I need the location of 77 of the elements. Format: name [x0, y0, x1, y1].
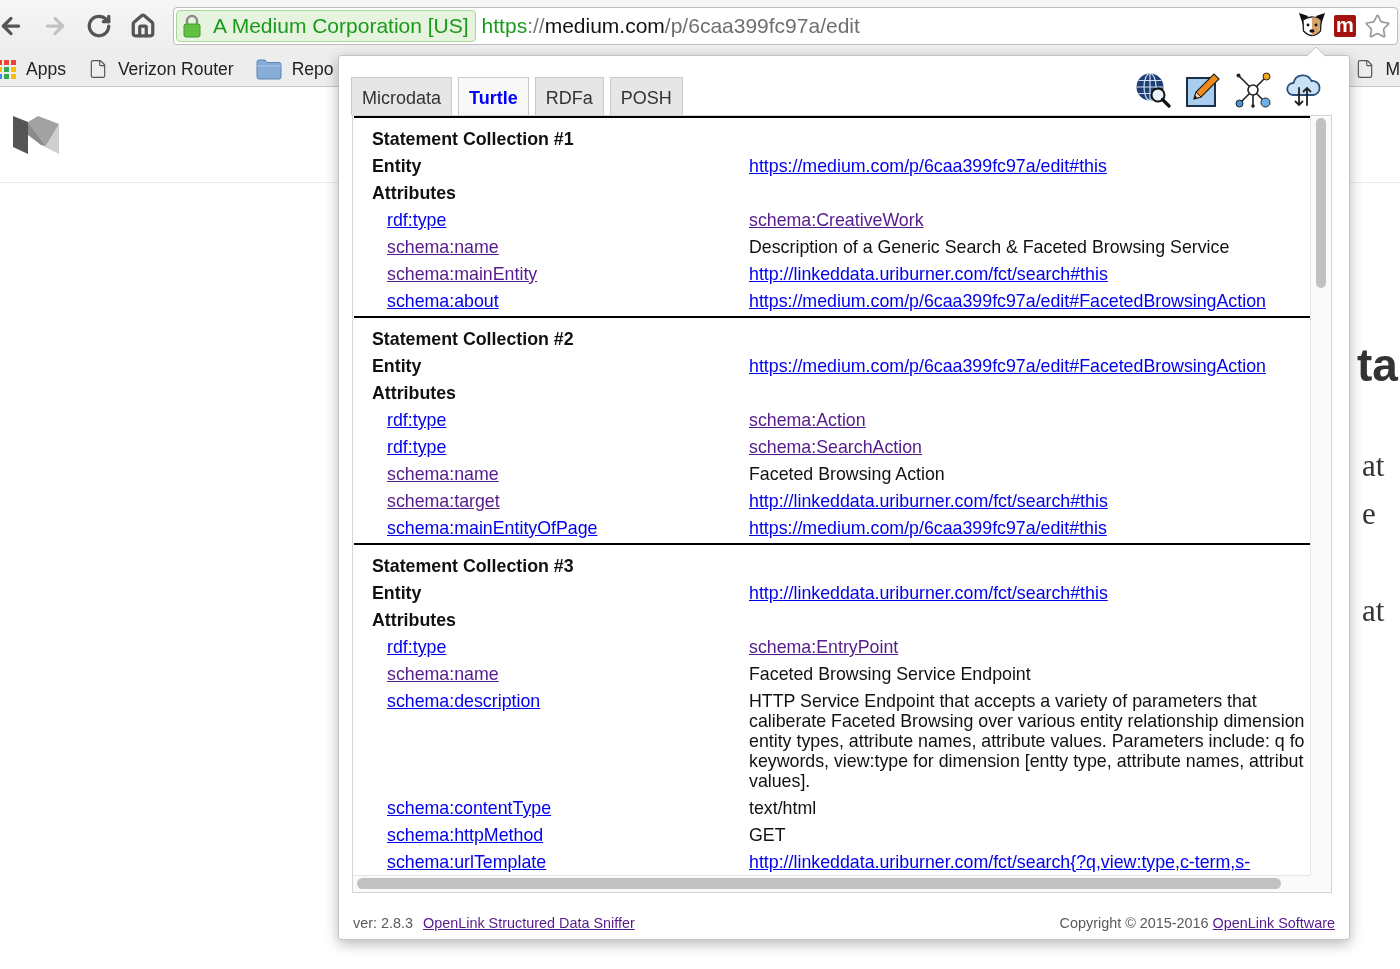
bookmark-item[interactable]: Verizon Router	[87, 58, 234, 80]
site-logo[interactable]	[13, 115, 60, 154]
attributes-label: Attributes	[372, 610, 457, 630]
bookmark-item[interactable]: M	[1355, 58, 1400, 80]
value-link[interactable]: https://medium.com/p/6caa399fc97a/edit#FacetedBrowsingAction	[749, 291, 1266, 311]
value-link[interactable]: schema:EntryPoint	[749, 637, 899, 657]
version-text: ver: 2.8.3	[353, 915, 413, 931]
value-link[interactable]: schema:SearchAction	[749, 437, 922, 457]
bookmark-item[interactable]: Repo	[255, 58, 334, 80]
network-nodes-icon[interactable]	[1235, 72, 1271, 108]
attribute-link[interactable]: schema:name	[387, 464, 499, 484]
value-text: text/html	[749, 798, 817, 818]
article-text: e	[1361, 495, 1377, 533]
value-text: Faceted Browsing Action	[749, 464, 945, 484]
collection-title: Statement Collection #3	[372, 556, 575, 576]
value-text: Description of a Generic Search & Faceted Browsing Service	[749, 237, 1230, 257]
vendor-link[interactable]: OpenLink Software	[1212, 915, 1335, 931]
globe-search-icon[interactable]	[1135, 72, 1171, 108]
value-text: Faceted Browsing Service Endpoint	[749, 664, 1031, 684]
attribute-link[interactable]: schema:name	[387, 664, 499, 684]
folder-icon	[255, 58, 282, 80]
article-text: at	[1361, 447, 1386, 485]
attributes-label: Attributes	[372, 383, 457, 403]
tab[interactable]: Turtle	[458, 77, 529, 115]
pencil-edit-icon[interactable]	[1185, 72, 1221, 108]
url-host: medium.com	[544, 14, 665, 38]
entity-link[interactable]: https://medium.com/p/6caa399fc97a/edit#this	[749, 156, 1107, 176]
collection-title: Statement Collection #1	[372, 129, 575, 149]
value-link[interactable]: http://linkeddata.uriburner.com/fct/search#this	[749, 264, 1108, 284]
copyright-text: Copyright © 2015-2016	[1059, 915, 1209, 931]
attribute-link[interactable]: schema:urlTemplate	[387, 852, 547, 872]
reload-icon[interactable]	[86, 13, 112, 39]
attribute-link[interactable]: schema:mainEntity	[387, 264, 538, 284]
value-link[interactable]: https://medium.com/p/6caa399fc97a/edit#this	[749, 518, 1107, 538]
collection-title: Statement Collection #2	[372, 329, 575, 349]
attribute-link[interactable]: rdf:type	[387, 637, 447, 657]
url-scheme: https	[481, 14, 528, 38]
tab[interactable]: RDFa	[534, 77, 604, 115]
entity-label: Entity	[372, 583, 423, 603]
address-bar[interactable]: A Medium Corporation [US] https://medium.com/p/6caa399fc97a/edit m	[173, 7, 1398, 45]
value-link[interactable]: http://linkeddata.uriburner.com/fct/search{?q,view:type,c-term,s-	[749, 852, 1251, 872]
attribute-link[interactable]: rdf:type	[387, 210, 447, 230]
value-link[interactable]: schema:Action	[749, 410, 866, 430]
scrollbar-thumb[interactable]	[357, 878, 1281, 889]
attributes-label: Attributes	[372, 183, 457, 203]
attribute-link[interactable]: schema:name	[387, 237, 499, 257]
attribute-link[interactable]: schema:description	[387, 691, 541, 711]
bookmark-star-icon[interactable]	[1364, 12, 1391, 40]
value-link[interactable]: schema:CreativeWork	[749, 210, 924, 230]
description-text: HTTP Service Endpoint that accepts a variety of parameters that caliberate Faceted Browsing over various entity relationship dimension entity types, attribute names, attribute values. Parameters include: q fo keywords, view:type for dimension [entty type, attribute names, attribut values].	[749, 691, 1305, 791]
entity-label: Entity	[372, 356, 423, 376]
attribute-link[interactable]: schema:target	[387, 491, 500, 511]
url-path: /p/6caa399fc97a/edit	[664, 14, 860, 38]
home-icon[interactable]	[130, 13, 156, 39]
scrollbar-thumb[interactable]	[1316, 118, 1326, 288]
attribute-link[interactable]: schema:httpMethod	[387, 825, 544, 845]
value-text: GET	[749, 825, 786, 845]
bookmark-item[interactable]: Apps	[0, 58, 66, 80]
entity-link[interactable]: http://linkeddata.uriburner.com/fct/search#this	[749, 583, 1108, 603]
value-link[interactable]: http://linkeddata.uriburner.com/fct/search#this	[749, 491, 1108, 511]
attribute-link[interactable]: schema:mainEntityOfPage	[387, 518, 598, 538]
attribute-link[interactable]: rdf:type	[387, 410, 447, 430]
apps-grid-icon	[0, 59, 16, 79]
extension-button[interactable]: m	[1334, 15, 1356, 37]
tab[interactable]: POSH	[609, 77, 683, 115]
attribute-link[interactable]: schema:about	[387, 291, 499, 311]
url-separator: ://	[527, 14, 545, 38]
entity-label: Entity	[372, 156, 423, 176]
app-link[interactable]: OpenLink Structured Data Sniffer	[423, 915, 635, 931]
lock-icon	[183, 14, 201, 38]
cloud-arrows-icon[interactable]	[1285, 72, 1321, 108]
tab[interactable]: Microdata	[351, 77, 453, 115]
attribute-link[interactable]: rdf:type	[387, 437, 447, 457]
entity-link[interactable]: https://medium.com/p/6caa399fc97a/edit#FacetedBrowsingAction	[749, 356, 1266, 376]
attribute-link[interactable]: schema:contentType	[387, 798, 552, 818]
article-text: at	[1361, 592, 1386, 630]
article-headline: ta	[1357, 338, 1399, 393]
